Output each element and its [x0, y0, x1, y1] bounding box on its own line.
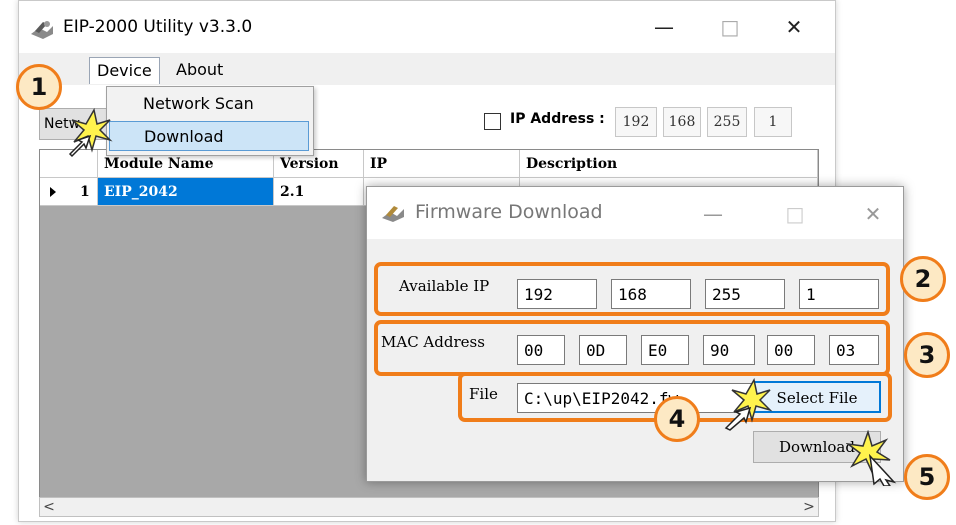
ip-octet-1[interactable]: 192 [615, 107, 657, 137]
callout-4: 4 [654, 396, 700, 442]
app-tools-icon [31, 21, 53, 39]
menu-bar: Device About [19, 53, 835, 85]
scroll-left-icon[interactable]: < [40, 498, 58, 516]
dialog-tools-icon [382, 206, 404, 222]
dialog-title-bar: Firmware Download — □ ✕ [367, 187, 903, 239]
window-title: EIP-2000 Utility v3.3.0 [63, 17, 253, 37]
ip-filter-checkbox[interactable] [484, 113, 501, 130]
maximize-icon[interactable]: □ [707, 11, 753, 43]
ip-octet-4[interactable]: 1 [754, 107, 792, 137]
menu-about[interactable]: About [169, 57, 230, 83]
horizontal-scrollbar[interactable]: < > [39, 497, 819, 517]
pointer-cursor-icon [724, 378, 773, 431]
callout-3: 3 [904, 332, 950, 378]
device-dropdown-menu: Network Scan Download [106, 86, 314, 156]
pointer-cursor-icon [846, 430, 897, 486]
callout-1: 1 [16, 64, 62, 110]
title-bar: EIP-2000 Utility v3.3.0 — □ ✕ [19, 1, 835, 49]
minimize-icon[interactable]: — [693, 199, 733, 229]
ip-octet-2[interactable]: 168 [663, 107, 701, 137]
ip-octet-3[interactable]: 255 [707, 107, 747, 137]
callout-5: 5 [904, 454, 950, 500]
menu-item-label: Download [144, 127, 224, 146]
col-ip[interactable]: IP [364, 150, 520, 178]
menu-item-network-scan[interactable]: Network Scan [109, 89, 309, 119]
row-pointer-icon [50, 187, 56, 197]
highlight-available-ip [374, 262, 890, 316]
menu-item-label: Network Scan [143, 94, 254, 113]
col-description[interactable]: Description [520, 150, 818, 178]
pointer-cursor-icon [68, 108, 113, 158]
scroll-right-icon[interactable]: > [800, 498, 818, 516]
menu-device[interactable]: Device [89, 57, 160, 84]
close-icon[interactable]: ✕ [771, 11, 817, 43]
row-index: 1 [80, 184, 90, 200]
row-header[interactable]: 1 [40, 178, 98, 206]
callout-2: 2 [900, 256, 946, 302]
dialog-title: Firmware Download [415, 201, 603, 223]
cell-module-name[interactable]: EIP_2042 [98, 178, 274, 206]
cell-version[interactable]: 2.1 [274, 178, 364, 206]
minimize-icon[interactable]: — [641, 11, 687, 43]
close-icon[interactable]: ✕ [853, 199, 893, 229]
maximize-icon[interactable]: □ [775, 199, 815, 229]
menu-item-download[interactable]: Download [109, 121, 309, 151]
highlight-mac-address [374, 320, 890, 376]
ip-filter-label: IP Address : [510, 111, 605, 127]
